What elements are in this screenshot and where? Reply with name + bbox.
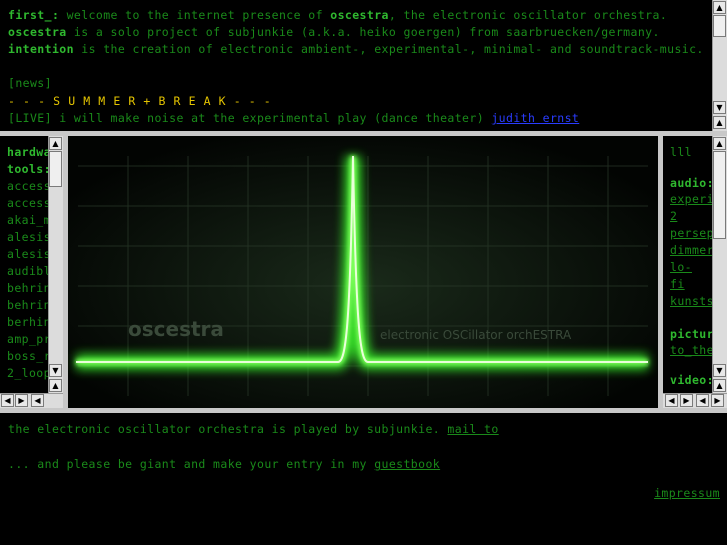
arrow-up-icon[interactable]: ▲ — [713, 116, 726, 129]
list-item[interactable]: alesis — [7, 246, 48, 263]
guestbook-text: ... and please be giant and make your en… — [8, 457, 375, 471]
arrow-left-icon[interactable]: ◀ — [31, 394, 44, 407]
scroll-thumb[interactable] — [49, 151, 62, 187]
right-frame-hscrollbar[interactable]: ◀ ▶ ◀ ▶ — [663, 393, 727, 408]
intro-text-1: welcome to the internet presence of — [59, 8, 331, 22]
list-item[interactable]: access — [7, 195, 48, 212]
list-item[interactable]: akai_m — [7, 212, 48, 229]
list-item[interactable]: behrin — [7, 280, 48, 297]
list-item[interactable]: berhin — [7, 314, 48, 331]
arrow-up-icon[interactable]: ▲ — [49, 379, 62, 392]
arrow-right-icon[interactable]: ▶ — [680, 394, 693, 407]
scroll-thumb[interactable] — [713, 151, 726, 239]
left-frame-hscrollbar[interactable]: ◀ ▶ ◀ — [0, 393, 63, 408]
brand-name: oscestra — [330, 8, 389, 22]
oscilloscope-graphic: oscestra electronic OSCillator orchESTRA — [68, 136, 658, 408]
arrow-up-icon[interactable]: ▲ — [713, 1, 726, 14]
intro-line-3: intention is the creation of electronic … — [8, 41, 704, 58]
list-item[interactable]: boss_r — [7, 348, 48, 365]
top-frame: first_: welcome to the internet presence… — [0, 0, 712, 131]
pictures-link[interactable]: to_the — [670, 343, 712, 357]
intro-label-first: first_: — [8, 8, 60, 22]
arrow-up-icon[interactable]: ▲ — [713, 137, 726, 150]
audio-link[interactable]: dimmer — [670, 243, 712, 257]
arrow-left-icon[interactable]: ◀ — [1, 394, 14, 407]
intro-text-1b: , the electronic oscillator orchestra. — [388, 8, 668, 22]
intro-line-1: first_: welcome to the internet presence… — [8, 7, 667, 24]
video-heading: video: — [670, 373, 712, 387]
oscilloscope-image: oscestra electronic OSCillator orchESTRA — [68, 136, 658, 408]
impressum-link[interactable]: impressum — [654, 486, 720, 500]
arrow-down-icon[interactable]: ▼ — [49, 364, 62, 377]
tools-list: access access akai_m alesis alesis audib… — [7, 178, 48, 382]
tools-heading: tools: — [7, 162, 48, 176]
intro-text-3: is the creation of electronic ambient-, … — [73, 42, 704, 56]
arrow-left-icon[interactable]: ◀ — [665, 394, 678, 407]
intro-line-2: oscestra is a solo project of subjunkie … — [8, 24, 660, 41]
right-nav-frame: lll audio: experi 2 persep dimmer lo- fi… — [663, 136, 712, 393]
list-item[interactable]: 2_loop — [7, 365, 48, 382]
audio-link[interactable]: lo- — [670, 260, 692, 274]
summer-break-banner: - - - S U M M E R + B R E A K - - - — [8, 94, 272, 108]
arrow-up-icon[interactable]: ▲ — [49, 137, 62, 150]
arrow-down-icon[interactable]: ▼ — [713, 364, 726, 377]
bottom-frame: the electronic oscillator orchestra is p… — [0, 413, 727, 545]
audio-link[interactable]: experi — [670, 192, 712, 206]
list-item[interactable]: alesis — [7, 229, 48, 246]
left-frame-scrollbar[interactable]: ▲ ▼ ▲ — [48, 136, 63, 393]
hardware-heading: hardware — [7, 145, 48, 159]
arrow-down-icon[interactable]: ▼ — [713, 101, 726, 114]
list-item[interactable]: behrin — [7, 297, 48, 314]
arrow-right-icon[interactable]: ▶ — [711, 394, 724, 407]
live-text: [LIVE] i will make noise at the experime… — [8, 111, 492, 125]
list-item[interactable]: amp_pr — [7, 331, 48, 348]
live-announcement: [LIVE] i will make noise at the experime… — [8, 110, 579, 127]
audio-link[interactable]: fi — [670, 277, 685, 291]
audio-link[interactable]: 2 — [670, 209, 677, 223]
audio-link[interactable]: kunsts — [670, 294, 712, 308]
judith-ernst-link[interactable]: judith ernst — [491, 111, 579, 125]
news-heading: [news] — [8, 76, 52, 90]
credits-text: the electronic oscillator orchestra is p… — [8, 422, 448, 436]
list-item[interactable]: audibl — [7, 263, 48, 280]
intro-label-intention: intention — [8, 42, 74, 56]
left-nav-frame: hardware tools: access access akai_m ale… — [0, 136, 48, 393]
pictures-heading: pictur — [670, 327, 712, 341]
audio-heading: audio: — [670, 176, 712, 190]
right-frame-scrollbar[interactable]: ▲ ▼ ▲ — [712, 136, 727, 393]
credits-line: the electronic oscillator orchestra is p… — [8, 421, 499, 438]
arrow-up-icon[interactable]: ▲ — [713, 379, 726, 392]
audio-link[interactable]: persep — [670, 226, 712, 240]
scroll-thumb[interactable] — [713, 15, 726, 37]
intro-label-oscestra: oscestra — [8, 25, 67, 39]
scope-brand-text: oscestra — [128, 317, 224, 341]
arrow-left-icon[interactable]: ◀ — [696, 394, 709, 407]
top-frame-scrollbar[interactable]: ▲ ▼ ▲ — [712, 0, 727, 131]
arrow-right-icon[interactable]: ▶ — [15, 394, 28, 407]
guestbook-line: ... and please be giant and make your en… — [8, 456, 440, 473]
list-item[interactable]: access — [7, 178, 48, 195]
guestbook-link[interactable]: guestbook — [374, 457, 440, 471]
right-top-text: lll — [670, 145, 692, 159]
intro-text-2: is a solo project of subjunkie (a.k.a. h… — [66, 25, 660, 39]
audio-list: experi 2 persep dimmer lo- fi kunsts — [670, 191, 712, 310]
mail-to-link[interactable]: mail to — [447, 422, 498, 436]
scope-subtitle-text: electronic OSCillator orchESTRA — [380, 328, 572, 342]
